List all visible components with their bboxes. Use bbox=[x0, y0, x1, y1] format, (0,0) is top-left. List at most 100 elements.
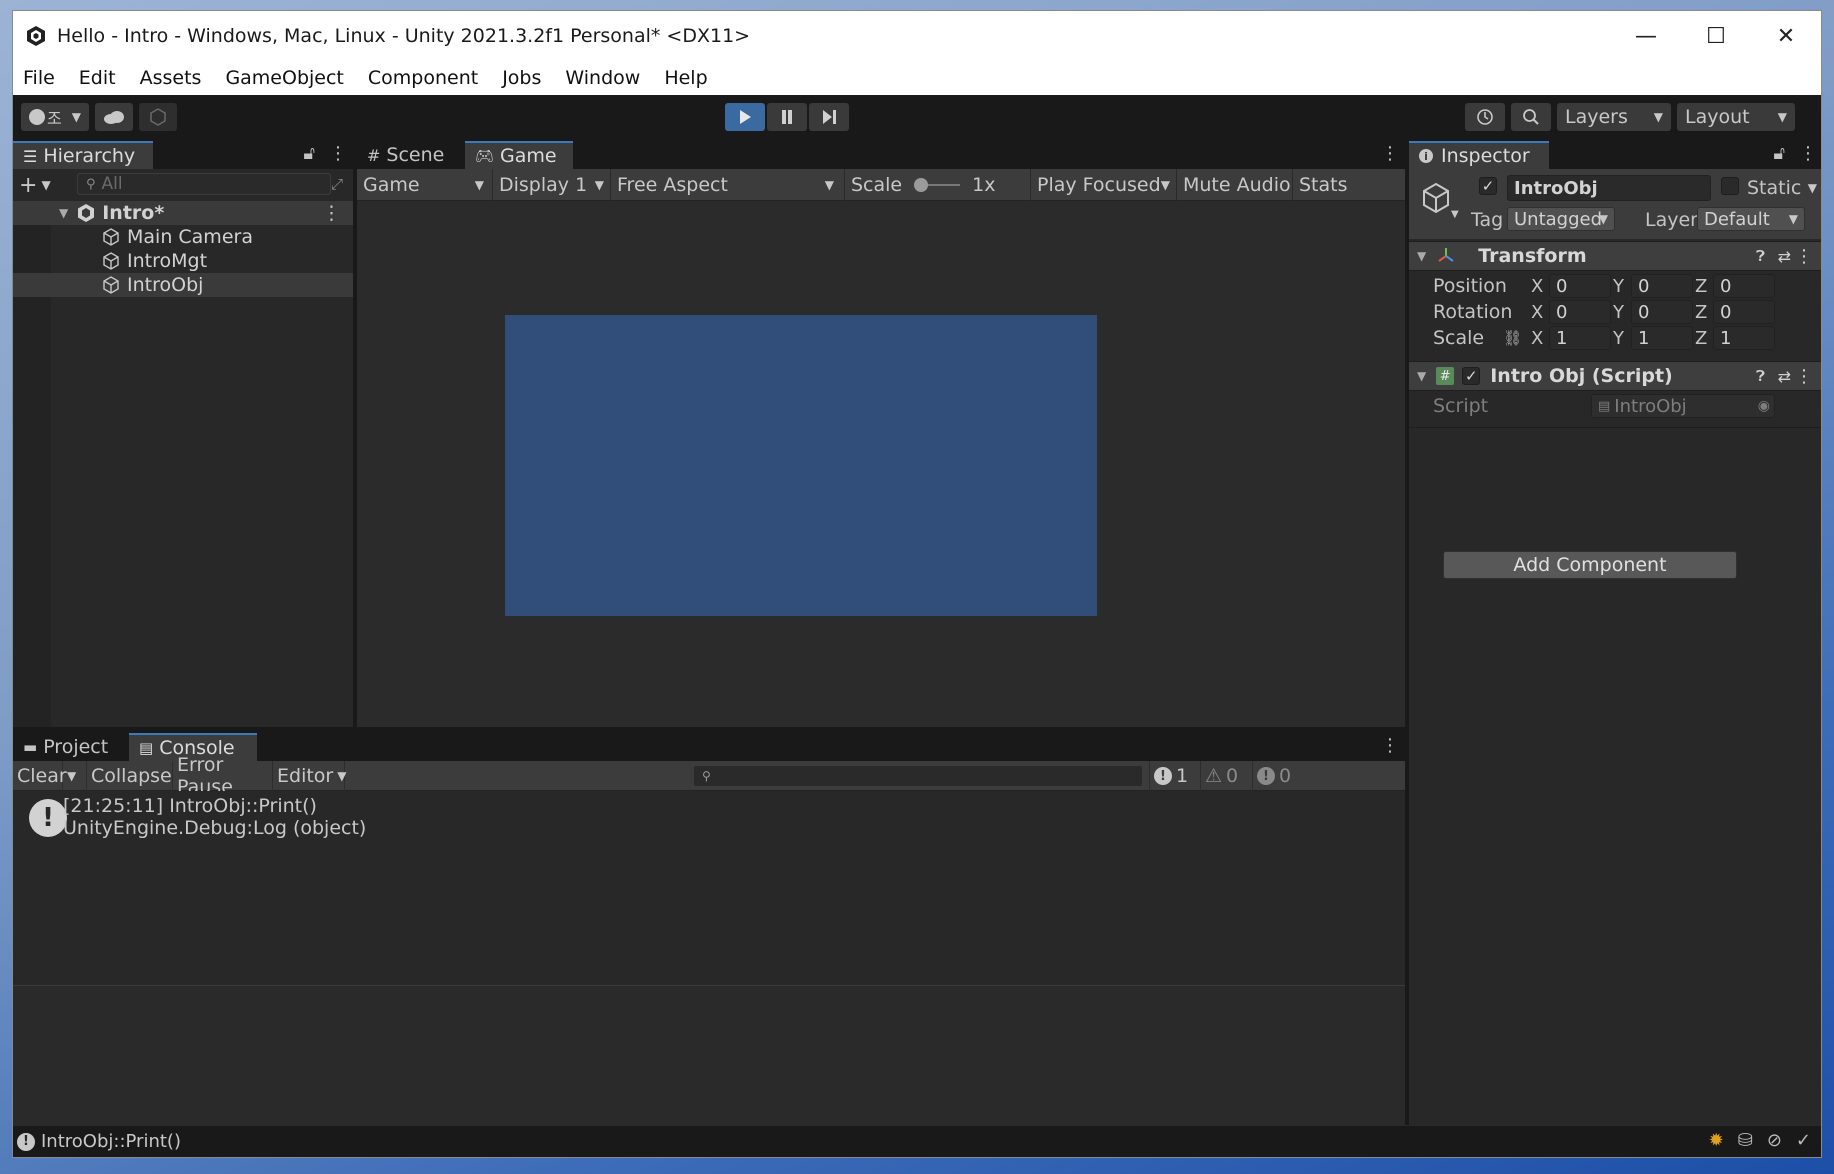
minimize-button[interactable]: — bbox=[1611, 11, 1681, 61]
play-button[interactable] bbox=[725, 103, 765, 131]
log-count-toggle[interactable]: ! 1 bbox=[1149, 761, 1201, 791]
script-component-header[interactable]: ▼ # ✓ Intro Obj (Script) ❓︎ ⇄ ⋮ bbox=[1409, 361, 1821, 391]
presets-icon[interactable]: ⇄ bbox=[1778, 367, 1791, 386]
rotation-x-field[interactable]: 0 bbox=[1549, 300, 1611, 324]
position-x-field[interactable]: 0 bbox=[1549, 274, 1611, 298]
account-dropdown[interactable]: 조 ▼ bbox=[21, 103, 89, 131]
help-icon[interactable]: ❓︎ bbox=[1756, 247, 1765, 265]
scene-row[interactable]: ▼ Intro* ⋮ bbox=[13, 201, 353, 225]
rotation-label[interactable]: Rotation bbox=[1433, 301, 1512, 323]
foldout-arrow-icon[interactable]: ▼ bbox=[1417, 249, 1426, 263]
layout-dropdown[interactable]: Layout ▼ bbox=[1677, 103, 1795, 131]
status-message[interactable]: IntroObj::Print() bbox=[41, 1131, 181, 1152]
active-checkbox[interactable]: ✓ bbox=[1479, 177, 1497, 195]
axis-y-label[interactable]: Y bbox=[1613, 276, 1624, 297]
rotation-z-field[interactable]: 0 bbox=[1713, 300, 1775, 324]
warning-count-toggle[interactable]: ⚠︎ 0 bbox=[1201, 761, 1253, 791]
step-button[interactable] bbox=[809, 103, 849, 131]
scale-x-field[interactable]: 1 bbox=[1549, 326, 1611, 350]
clear-options-dropdown[interactable]: ▼ bbox=[63, 761, 87, 791]
object-picker-icon[interactable]: ◉ bbox=[1758, 398, 1770, 414]
object-name-field[interactable]: IntroObj bbox=[1507, 175, 1711, 201]
constrain-proportions-icon[interactable]: ⛓︎ bbox=[1503, 329, 1522, 347]
hierarchy-item-intromgt[interactable]: IntroMgt bbox=[13, 249, 353, 273]
scale-label[interactable]: Scale bbox=[1433, 327, 1484, 349]
menu-jobs[interactable]: Jobs bbox=[502, 67, 541, 89]
debug-mode-icon[interactable]: ✹ bbox=[1709, 1130, 1724, 1151]
play-focused-dropdown[interactable]: Play Focused ▼ bbox=[1031, 169, 1177, 201]
chevron-down-icon[interactable]: ▼ bbox=[41, 178, 50, 192]
menu-assets[interactable]: Assets bbox=[140, 67, 202, 89]
menu-gameobject[interactable]: GameObject bbox=[225, 67, 343, 89]
chevron-down-icon[interactable]: ▼ bbox=[1451, 209, 1459, 220]
create-button[interactable]: + bbox=[19, 173, 37, 198]
console-search-input[interactable]: ⚲ bbox=[693, 765, 1143, 787]
tab-hierarchy[interactable]: ☰ Hierarchy bbox=[13, 141, 153, 169]
hierarchy-item-main-camera[interactable]: Main Camera bbox=[13, 225, 353, 249]
aspect-dropdown[interactable]: Free Aspect ▼ bbox=[611, 169, 845, 201]
error-count-toggle[interactable]: ! 0 bbox=[1253, 761, 1305, 791]
scene-more-icon[interactable]: ⋮ bbox=[322, 202, 341, 224]
menu-help[interactable]: Help bbox=[664, 67, 707, 89]
script-object-field[interactable]: ▤ IntroObj ◉ bbox=[1591, 394, 1775, 418]
clear-button[interactable]: Clear bbox=[13, 761, 67, 791]
lock-icon[interactable]: 🔓︎ bbox=[1773, 143, 1785, 164]
maximize-button[interactable]: ☐ bbox=[1681, 11, 1751, 61]
pause-button[interactable] bbox=[767, 103, 807, 131]
script-enabled-checkbox[interactable]: ✓ bbox=[1462, 367, 1481, 385]
foldout-arrow-icon[interactable]: ▼ bbox=[59, 206, 68, 220]
game-view-dropdown[interactable]: Game ▼ bbox=[357, 169, 493, 201]
editor-dropdown[interactable]: Editor ▼ bbox=[273, 761, 346, 791]
add-component-button[interactable]: Add Component bbox=[1443, 551, 1737, 579]
more-menu-icon[interactable]: ⋮ bbox=[1799, 143, 1817, 164]
axis-z-label[interactable]: Z bbox=[1695, 328, 1707, 349]
gameobject-cube-icon[interactable] bbox=[1419, 181, 1453, 215]
axis-x-label[interactable]: X bbox=[1531, 302, 1543, 323]
hierarchy-search-input[interactable]: ⚲ All bbox=[77, 173, 331, 195]
static-checkbox[interactable] bbox=[1721, 177, 1739, 195]
hierarchy-item-introobj[interactable]: IntroObj bbox=[13, 273, 353, 297]
axis-z-label[interactable]: Z bbox=[1695, 302, 1707, 323]
presets-icon[interactable]: ⇄ bbox=[1778, 247, 1791, 266]
mute-audio-toggle[interactable]: Mute Audio bbox=[1177, 169, 1293, 201]
more-menu-icon[interactable]: ⋮ bbox=[1381, 143, 1399, 164]
tab-project[interactable]: ▬ Project bbox=[13, 733, 129, 761]
close-button[interactable]: ✕ bbox=[1751, 11, 1821, 61]
scale-slider[interactable]: Scale 1x bbox=[845, 169, 1031, 201]
static-dropdown-icon[interactable]: ▼ bbox=[1808, 181, 1817, 195]
more-menu-icon[interactable]: ⋮ bbox=[1795, 246, 1813, 267]
axis-z-label[interactable]: Z bbox=[1695, 276, 1707, 297]
lock-icon[interactable]: 🔓︎ bbox=[303, 143, 315, 164]
menu-edit[interactable]: Edit bbox=[79, 67, 116, 89]
more-menu-icon[interactable]: ⋮ bbox=[1795, 366, 1813, 387]
scale-slider-track[interactable] bbox=[914, 178, 961, 192]
axis-y-label[interactable]: Y bbox=[1613, 328, 1624, 349]
cloud-button[interactable] bbox=[95, 103, 133, 131]
history-button[interactable] bbox=[1465, 103, 1505, 131]
stats-toggle[interactable]: Stats bbox=[1293, 169, 1359, 201]
scale-slider-thumb[interactable] bbox=[914, 178, 929, 192]
search-button[interactable] bbox=[1511, 103, 1551, 131]
expand-search-icon[interactable]: ⤢ bbox=[331, 175, 343, 193]
tab-inspector[interactable]: i Inspector bbox=[1409, 141, 1549, 169]
menu-component[interactable]: Component bbox=[368, 67, 478, 89]
transform-header[interactable]: ▼ Transform ❓︎ ⇄ ⋮ bbox=[1409, 241, 1821, 271]
error-pause-toggle[interactable]: Error Pause bbox=[173, 754, 273, 798]
position-z-field[interactable]: 0 bbox=[1713, 274, 1775, 298]
cache-server-icon[interactable]: ⛁ bbox=[1738, 1130, 1753, 1151]
layer-dropdown[interactable]: Default ▼ bbox=[1697, 207, 1805, 231]
axis-x-label[interactable]: X bbox=[1531, 328, 1543, 349]
collapse-toggle[interactable]: Collapse bbox=[87, 761, 173, 791]
more-menu-icon[interactable]: ⋮ bbox=[1381, 735, 1399, 756]
layers-dropdown[interactable]: Layers ▼ bbox=[1557, 103, 1671, 131]
menu-window[interactable]: Window bbox=[565, 67, 640, 89]
tag-dropdown[interactable]: Untagged ▼ bbox=[1507, 207, 1615, 231]
progress-check-icon[interactable]: ✓ bbox=[1796, 1130, 1811, 1151]
position-label[interactable]: Position bbox=[1433, 275, 1507, 297]
foldout-arrow-icon[interactable]: ▼ bbox=[1417, 369, 1426, 383]
scale-y-field[interactable]: 1 bbox=[1631, 326, 1693, 350]
tab-scene[interactable]: # Scene bbox=[357, 141, 465, 169]
position-y-field[interactable]: 0 bbox=[1631, 274, 1693, 298]
axis-x-label[interactable]: X bbox=[1531, 276, 1543, 297]
auto-generate-lighting-icon[interactable]: ⊘ bbox=[1767, 1130, 1782, 1151]
